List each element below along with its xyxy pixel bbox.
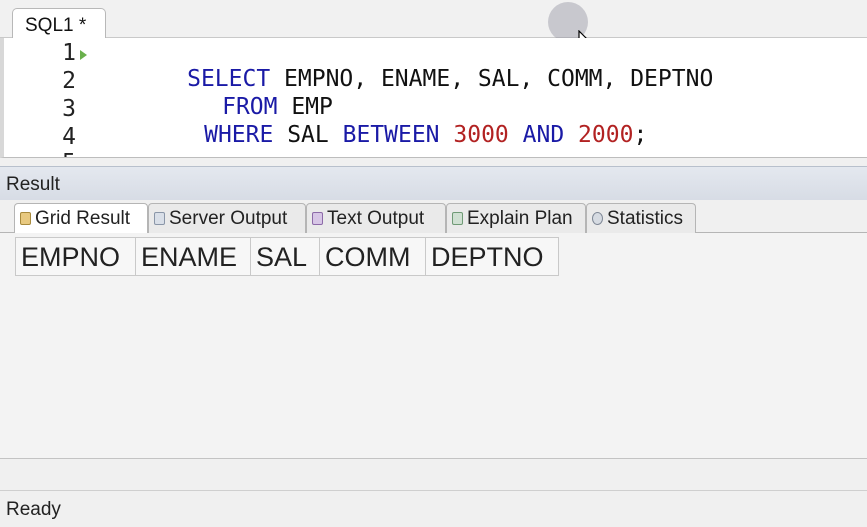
grid-icon — [20, 212, 31, 225]
line-number: 3 — [62, 96, 76, 122]
editor-tab-bar: SQL1 * — [0, 0, 867, 51]
result-tab-bar: Grid Result Server Output Text Output Ex… — [0, 200, 867, 234]
line-number: 2 — [62, 68, 76, 94]
current-statement-icon — [80, 50, 87, 60]
status-bar: Ready — [0, 491, 867, 527]
tab-server-output[interactable]: Server Output — [148, 203, 306, 233]
code-line-2[interactable]: 2 FROM EMP — [4, 68, 867, 120]
horizontal-scrollbar[interactable] — [0, 459, 867, 491]
grid-column-header[interactable]: DEPTNO — [426, 237, 559, 276]
tab-statistics[interactable]: Statistics — [586, 203, 696, 233]
grid-header-row: EMPNO ENAME SAL COMM DEPTNO — [15, 237, 559, 276]
code-line-3[interactable]: 3 WHERE SAL BETWEEN 3000 AND 2000; — [4, 96, 867, 148]
statistics-icon — [592, 212, 603, 225]
code-line-4[interactable]: 4 — [4, 124, 867, 152]
result-panel-title: Result — [0, 166, 867, 200]
grid-column-header[interactable]: SAL — [251, 237, 320, 276]
line-number: 1 — [62, 40, 76, 66]
server-icon — [154, 212, 165, 225]
tab-grid-result[interactable]: Grid Result — [14, 203, 148, 234]
code-line-1[interactable]: 1 SELECT EMPNO, ENAME, SAL, COMM, DEPTNO — [4, 40, 867, 92]
tab-text-output[interactable]: Text Output — [306, 203, 446, 233]
status-text: Ready — [6, 499, 61, 520]
tab-sql1[interactable]: SQL1 * — [12, 8, 106, 39]
line-number: 5 — [40, 150, 76, 157]
sql-editor[interactable]: 1 SELECT EMPNO, ENAME, SAL, COMM, DEPTNO… — [0, 38, 867, 158]
grid-column-header[interactable]: COMM — [320, 237, 426, 276]
text-icon — [312, 212, 323, 225]
result-grid[interactable]: EMPNO ENAME SAL COMM DEPTNO — [0, 233, 867, 459]
tab-explain-plan[interactable]: Explain Plan — [446, 203, 586, 233]
grid-column-header[interactable]: ENAME — [136, 237, 251, 276]
code-line-5[interactable]: 5 — [4, 150, 867, 157]
plan-icon — [452, 212, 463, 225]
grid-column-header[interactable]: EMPNO — [15, 237, 136, 276]
line-number: 4 — [62, 124, 76, 150]
